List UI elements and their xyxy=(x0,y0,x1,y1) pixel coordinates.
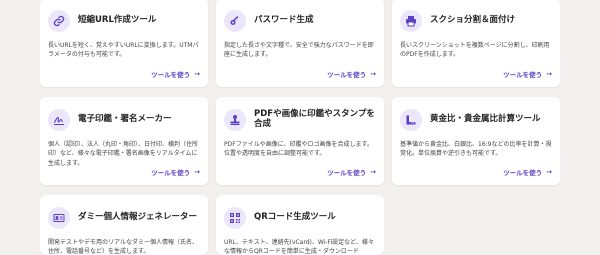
tool-card-url-shortener[interactable]: 短縮URL作成ツール 長いURLを短く、覚えやすいURLに変換します。UTMパラ… xyxy=(40,0,208,87)
link-icon xyxy=(48,10,70,32)
use-tool-label: ツールを使う xyxy=(327,169,367,177)
id-card-icon xyxy=(48,207,70,229)
arrow-right-icon: → xyxy=(194,70,200,78)
arrow-right-icon: → xyxy=(370,168,376,176)
use-tool-link[interactable]: ツールを使う → xyxy=(503,167,552,177)
tool-card-digital-seal[interactable]: 電子印鑑・署名メーカー 個人（認印）、法人（丸印・角印）、日付印、横判（住所印）… xyxy=(40,97,208,185)
card-description: PDFファイルや画像に、印鑑やロゴ画像を合成します。位置や透明度を自由に調整可能… xyxy=(224,141,373,158)
use-tool-link[interactable]: ツールを使う → xyxy=(503,69,552,79)
card-description: 指定した長さや文字種で、安全で強力なパスワードを即座に生成します。 xyxy=(224,42,374,59)
use-tool-label: ツールを使う xyxy=(503,169,543,177)
card-title: 電子印鑑・署名メーカー xyxy=(78,114,172,125)
card-header: ダミー個人情報ジェネレーター xyxy=(48,207,200,229)
card-header: QRコード生成ツール xyxy=(224,207,376,229)
tool-grid: 短縮URL作成ツール 長いURLを短く、覚えやすいURLに変換します。UTMパラ… xyxy=(40,0,560,255)
card-header: 短縮URL作成ツール xyxy=(48,10,200,32)
card-header: パスワード生成 xyxy=(224,10,376,32)
ruler-icon xyxy=(400,109,422,131)
tool-card-dummy-data[interactable]: ダミー個人情報ジェネレーター 開発テストやデモ用のリアルなダミー個人情報（氏名、… xyxy=(40,195,208,255)
arrow-right-icon: → xyxy=(546,168,552,176)
use-tool-link[interactable]: ツールを使う → xyxy=(327,167,376,177)
card-title: スクショ分割＆面付け xyxy=(430,15,516,26)
use-tool-link[interactable]: ツールを使う → xyxy=(327,69,376,79)
card-title: パスワード生成 xyxy=(254,15,314,26)
signature-icon xyxy=(48,109,70,131)
use-tool-label: ツールを使う xyxy=(503,71,543,79)
card-title: 黄金比・貴金属比計算ツール xyxy=(430,114,541,125)
use-tool-label: ツールを使う xyxy=(327,71,367,79)
arrow-right-icon: → xyxy=(194,168,200,176)
tool-card-screenshot-split[interactable]: スクショ分割＆面付け 長いスクリーンショットを複数ページに分割し、印刷用のPDF… xyxy=(392,0,560,87)
card-title: QRコード生成ツール xyxy=(254,212,336,223)
use-tool-label: ツールを使う xyxy=(151,169,191,177)
card-description: 長いスクリーンショットを複数ページに分割し、印刷用のPDFを作成します。 xyxy=(400,42,550,59)
card-title: PDFや画像に印鑑やスタンプを合成 xyxy=(254,109,375,129)
card-header: 黄金比・貴金属比計算ツール xyxy=(400,109,552,131)
card-header: PDFや画像に印鑑やスタンプを合成 xyxy=(224,109,376,131)
tool-card-qr-code[interactable]: QRコード生成ツール URL、テキスト、連絡先(vCard)、Wi-Fi設定など… xyxy=(216,195,384,255)
qrcode-icon xyxy=(224,207,246,229)
card-description: URL、テキスト、連絡先(vCard)、Wi-Fi設定など、様々な情報からQRコ… xyxy=(224,239,374,255)
stamp-icon xyxy=(224,109,246,131)
card-description: 基準値から黄金比、白銀比、16:9などの比率を計算・視覚化。単位換算や逆引きも可… xyxy=(400,141,552,158)
print-icon xyxy=(400,10,422,32)
use-tool-link[interactable]: ツールを使う → xyxy=(151,167,200,177)
card-description: 長いURLを短く、覚えやすいURLに変換します。UTMパラメータの付与も可能です… xyxy=(48,42,199,59)
use-tool-link[interactable]: ツールを使う → xyxy=(151,69,200,79)
arrow-right-icon: → xyxy=(546,70,552,78)
card-title: 短縮URL作成ツール xyxy=(78,15,157,26)
arrow-right-icon: → xyxy=(370,70,376,78)
use-tool-label: ツールを使う xyxy=(151,71,191,79)
tool-card-pdf-stamp[interactable]: PDFや画像に印鑑やスタンプを合成 PDFファイルや画像に、印鑑やロゴ画像を合成… xyxy=(216,97,384,185)
card-description: 開発テストやデモ用のリアルなダミー個人情報（氏名、住所、電話番号など）を生成しま… xyxy=(48,239,198,255)
tool-card-password-generator[interactable]: パスワード生成 指定した長さや文字種で、安全で強力なパスワードを即座に生成します… xyxy=(216,0,384,87)
card-header: 電子印鑑・署名メーカー xyxy=(48,109,200,131)
tool-card-golden-ratio[interactable]: 黄金比・貴金属比計算ツール 基準値から黄金比、白銀比、16:9などの比率を計算・… xyxy=(392,97,560,185)
card-title: ダミー個人情報ジェネレーター xyxy=(78,212,198,223)
card-description: 個人（認印）、法人（丸印・角印）、日付印、横判（住所印）など、様々な電子印鑑・署… xyxy=(48,141,199,167)
card-header: スクショ分割＆面付け xyxy=(400,10,552,32)
key-icon xyxy=(224,10,246,32)
